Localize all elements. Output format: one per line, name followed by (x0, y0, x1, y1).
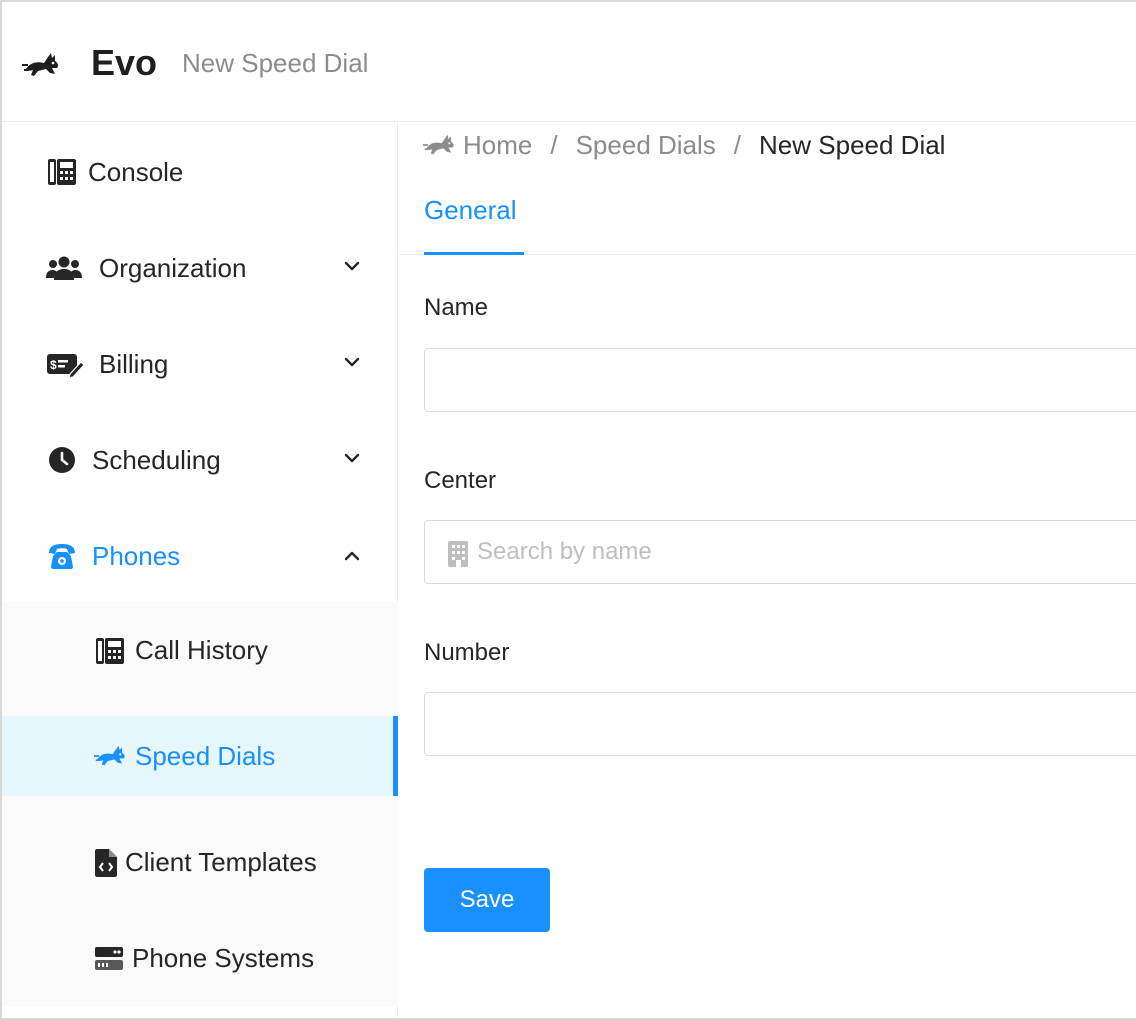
save-button[interactable]: Save (424, 868, 550, 932)
phone-rotary-icon (46, 540, 78, 572)
rabbit-icon (423, 134, 454, 155)
breadcrumb: Home / Speed Dials / New Speed Dial (423, 127, 945, 163)
chevron-down-icon[interactable] (342, 448, 362, 468)
sidebar-item-label: Phone Systems (132, 943, 315, 973)
rabbit-running-icon (94, 740, 128, 772)
building-icon (448, 541, 468, 567)
center-search-input[interactable] (424, 520, 1136, 584)
phone-office-icon (94, 635, 126, 667)
rabbit-icon[interactable] (22, 49, 62, 81)
file-code-icon (94, 847, 118, 879)
app-brand[interactable]: Evo (91, 42, 157, 84)
sidebar-item-console[interactable]: Console (2, 124, 398, 220)
money-check-edit-icon: $ (46, 348, 84, 380)
breadcrumb-home-link[interactable]: Home (463, 130, 532, 161)
sidebar-item-speed-dials[interactable]: Speed Dials (2, 716, 398, 796)
breadcrumb-separator: / (550, 129, 558, 160)
main-content: Home / Speed Dials / New Speed Dial Gene… (399, 122, 1136, 1018)
chevron-up-icon[interactable] (342, 546, 362, 566)
sidebar: Console Organization $ Billing Schedulin… (2, 122, 398, 1018)
sidebar-item-label: Console (88, 157, 184, 187)
sidebar-item-billing[interactable]: $ Billing (2, 316, 398, 412)
sidebar-item-label: Client Templates (125, 847, 317, 877)
sidebar-item-call-history[interactable]: Call History (2, 602, 398, 698)
app-header: Evo New Speed Dial (2, 2, 1136, 122)
server-icon (94, 943, 124, 975)
users-icon (46, 252, 82, 284)
center-label: Center (424, 467, 497, 494)
sidebar-item-label: Billing (99, 349, 169, 379)
chevron-down-icon[interactable] (342, 256, 362, 276)
sidebar-item-label: Call History (135, 635, 268, 665)
sidebar-item-phones[interactable]: Phones (2, 508, 398, 604)
clock-icon (46, 444, 78, 476)
header-page-title: New Speed Dial (182, 48, 369, 78)
name-field[interactable] (424, 348, 1136, 412)
breadcrumb-current: New Speed Dial (759, 129, 946, 160)
sidebar-item-label: Speed Dials (135, 741, 276, 771)
sidebar-item-scheduling[interactable]: Scheduling (2, 412, 398, 508)
breadcrumb-speed-dials-link[interactable]: Speed Dials (576, 130, 716, 161)
name-label: Name (424, 294, 489, 321)
breadcrumb-separator: / (733, 129, 742, 160)
app-window: Evo New Speed Dial Console Organization … (0, 0, 1136, 1020)
active-tab-indicator (424, 252, 524, 255)
tab-general[interactable]: General (424, 195, 517, 226)
sidebar-item-client-templates[interactable]: Client Templates (2, 814, 398, 910)
svg-text:$: $ (50, 358, 57, 372)
phones-submenu: Call History Speed Dials Client Template… (2, 602, 398, 1006)
number-field[interactable] (424, 692, 1136, 756)
phone-office-icon (46, 156, 78, 188)
number-label: Number (424, 639, 510, 666)
sidebar-item-label: Phones (92, 541, 181, 571)
sidebar-item-label: Organization (99, 253, 247, 283)
tab-bar: General (399, 182, 1136, 255)
sidebar-item-label: Scheduling (92, 445, 221, 475)
sidebar-item-phone-systems[interactable]: Phone Systems (2, 910, 398, 1006)
sidebar-item-organization[interactable]: Organization (2, 220, 398, 316)
chevron-down-icon[interactable] (342, 352, 362, 372)
